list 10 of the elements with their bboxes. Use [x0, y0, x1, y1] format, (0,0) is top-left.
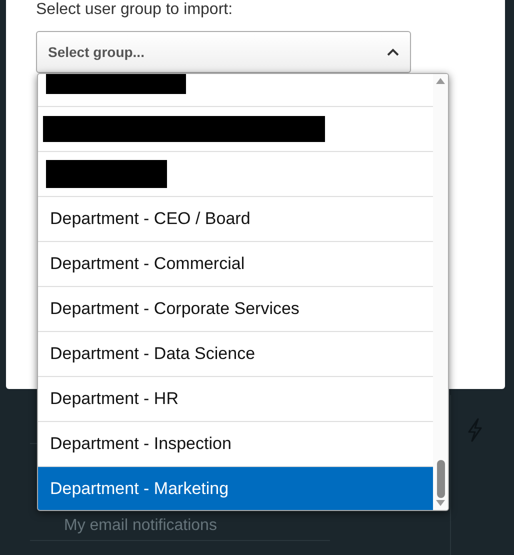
- scroll-thumb[interactable]: [436, 460, 445, 498]
- group-select[interactable]: Select group...: [36, 31, 411, 73]
- chevron-icon: [387, 48, 399, 56]
- dropdown-option[interactable]: [38, 74, 434, 107]
- scrollbar[interactable]: [433, 74, 448, 510]
- scroll-up-icon[interactable]: [436, 78, 446, 84]
- field-label: Select user group to import:: [36, 0, 233, 20]
- dropdown-option[interactable]: Department - Marketing: [38, 467, 434, 510]
- select-placeholder: Select group...: [48, 42, 144, 62]
- scroll-down-icon[interactable]: [436, 500, 446, 506]
